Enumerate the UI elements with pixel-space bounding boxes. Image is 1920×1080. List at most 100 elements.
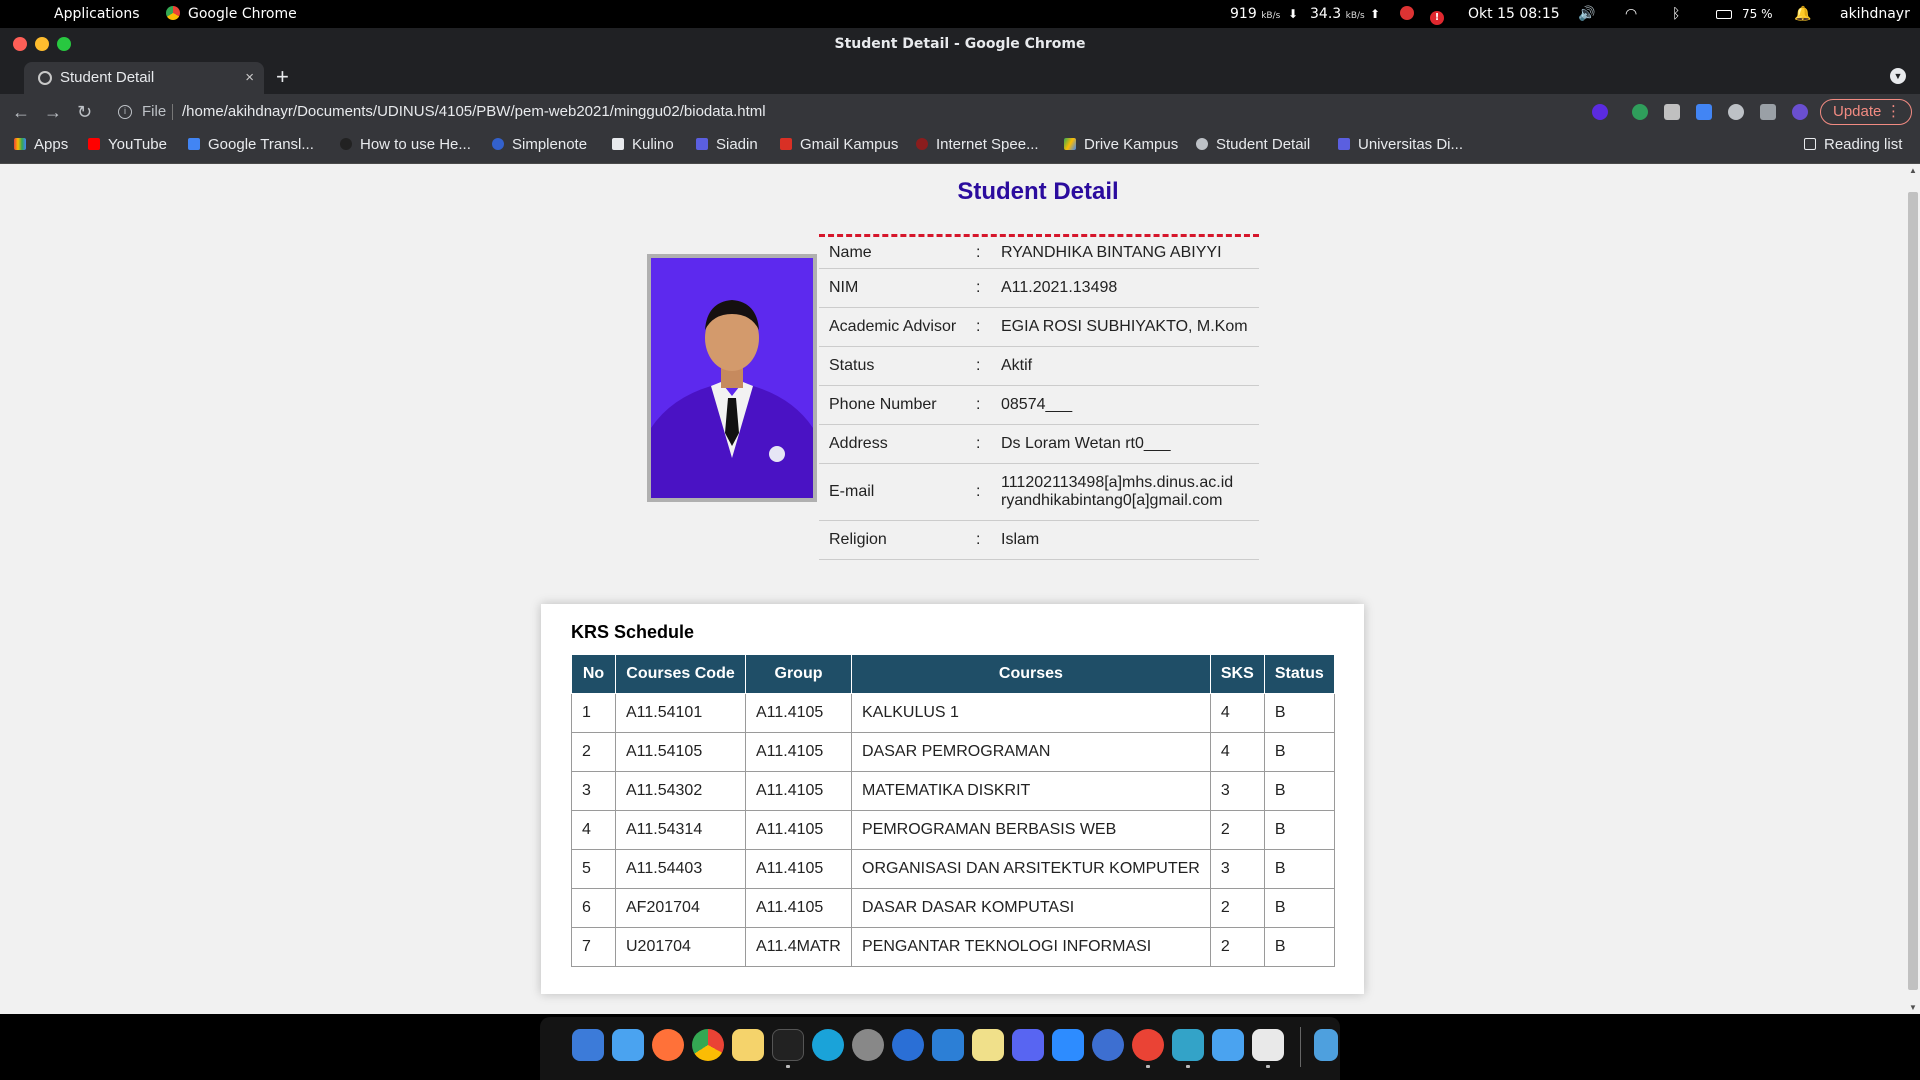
cell-sks: 3	[1209, 771, 1265, 811]
kulino-icon	[612, 138, 624, 150]
firefox-icon[interactable]	[652, 1029, 684, 1061]
scrollbar-thumb[interactable]	[1908, 192, 1918, 990]
finder-alt-icon[interactable]	[1212, 1029, 1244, 1061]
net-down-readout: 34.3 kB/s	[1310, 6, 1365, 22]
bookmark-gmail-kampus[interactable]: Gmail Kampus	[780, 130, 898, 160]
notification-bell-icon[interactable]: 🔔	[1794, 0, 1811, 28]
detail-label: Address	[829, 435, 888, 452]
star-extension-icon[interactable]	[1592, 104, 1608, 120]
update-label: Update	[1833, 103, 1882, 120]
detail-value-email-2: ryandhikabintang0[a]gmail.com	[1001, 492, 1223, 509]
table-row: 7 U201704 A11.4MATR PENGANTAR TEKNOLOGI INF…	[571, 927, 1335, 967]
puzzle-extensions-icon[interactable]	[1760, 104, 1776, 120]
table-row: 5 A11.54403 A11.4105 ORGANISASI DAN ARSITEK…	[571, 849, 1335, 889]
terminal-icon[interactable]	[772, 1029, 804, 1061]
bookmark-student-detail[interactable]: Student Detail	[1196, 130, 1310, 160]
bookmark-google-translate[interactable]: Google Transl...	[188, 130, 314, 160]
cell-code: A11.54403	[615, 849, 746, 889]
bookmark-youtube[interactable]: YouTube	[88, 130, 167, 160]
scroll-up-arrow-icon[interactable]: ▲	[1906, 166, 1920, 175]
browser-icon[interactable]	[812, 1029, 844, 1061]
help-icon[interactable]	[1092, 1029, 1124, 1061]
running-indicator	[1266, 1065, 1270, 1068]
tab-search-icon[interactable]: ▼	[1890, 68, 1906, 84]
record-icon[interactable]	[1400, 0, 1414, 28]
chrome-alt-icon[interactable]	[1132, 1029, 1164, 1061]
launcher-icon[interactable]	[572, 1029, 604, 1061]
cell-no: 3	[571, 771, 616, 811]
battery-icon[interactable]	[1716, 0, 1732, 28]
zoom-icon[interactable]	[1052, 1029, 1084, 1061]
forward-arrow-icon[interactable]: →	[44, 94, 62, 130]
cell-course: ORGANISASI DAN ARSITEKTUR KOMPUTER	[851, 849, 1211, 889]
file-scheme-label: File	[142, 103, 167, 120]
textedit-icon[interactable]	[1252, 1029, 1284, 1061]
finder-icon[interactable]	[612, 1029, 644, 1061]
chrome-app-icon	[166, 6, 180, 20]
volume-icon[interactable]: 🔊	[1578, 0, 1595, 28]
vscode-icon[interactable]	[932, 1029, 964, 1061]
reload-icon[interactable]: ↻	[77, 94, 92, 130]
clock[interactable]: Okt 15 08:15	[1468, 0, 1560, 28]
profile-avatar[interactable]	[1792, 104, 1808, 120]
detail-row-religion: Religion : Islam	[819, 521, 1259, 560]
user-menu[interactable]: akihdnayr	[1840, 0, 1910, 28]
notes-icon[interactable]	[732, 1029, 764, 1061]
active-app-menu[interactable]: Google Chrome	[166, 0, 297, 28]
update-button[interactable]: Update ⋮	[1820, 99, 1912, 125]
running-indicator	[1186, 1065, 1190, 1068]
browser-toolbar: ← → ↻ i File /home/akihdnayr/Documents/U…	[0, 94, 1920, 130]
bookmark-kulino[interactable]: Kulino	[612, 130, 674, 160]
discord-icon[interactable]	[1012, 1029, 1044, 1061]
chat-extension-icon[interactable]	[1728, 104, 1744, 120]
tab-student-detail[interactable]: Student Detail ×	[24, 62, 264, 94]
applications-menu[interactable]: Applications	[54, 0, 140, 28]
detail-colon: :	[976, 483, 981, 500]
krs-header-sks: SKS	[1209, 654, 1265, 694]
writer-icon[interactable]	[892, 1029, 924, 1061]
vpn-icon[interactable]	[1172, 1029, 1204, 1061]
new-tab-button[interactable]: +	[276, 60, 289, 94]
address-bar[interactable]: /home/akihdnayr/Documents/UDINUS/4105/PB…	[182, 94, 766, 130]
bookmark-universitas[interactable]: Universitas Di...	[1338, 130, 1463, 160]
speedtest-icon	[916, 138, 928, 150]
cell-status: B	[1263, 771, 1335, 811]
back-arrow-icon[interactable]: ←	[12, 94, 30, 130]
detail-value-name: RYANDHIKA BINTANG ABIYYI	[1001, 244, 1222, 261]
reading-list-button[interactable]: Reading list	[1804, 130, 1902, 160]
detail-colon: :	[976, 531, 981, 548]
bookmark-how-to-use[interactable]: How to use He...	[340, 130, 471, 160]
cell-status: B	[1263, 810, 1335, 850]
detail-colon: :	[976, 279, 981, 296]
cell-code: A11.54314	[615, 810, 746, 850]
arrow-down-icon: ⬇	[1288, 7, 1299, 21]
alert-icon[interactable]: !	[1430, 0, 1444, 28]
site-info-icon[interactable]: i	[118, 105, 132, 119]
camera-extension-icon[interactable]	[1664, 104, 1680, 120]
sticky-icon[interactable]	[972, 1029, 1004, 1061]
page-scrollbar[interactable]: ▲ ▼	[1906, 164, 1920, 1014]
cell-group: A11.4105	[745, 732, 852, 772]
kebab-menu-icon[interactable]: ⋮	[1886, 100, 1901, 124]
wifi-icon[interactable]: ◠	[1625, 0, 1637, 28]
translate-extension-icon[interactable]	[1696, 104, 1712, 120]
bookmark-simplenote[interactable]: Simplenote	[492, 130, 587, 160]
tab-close-icon[interactable]: ×	[245, 62, 254, 94]
globe-icon	[1196, 138, 1208, 150]
bluetooth-icon[interactable]: ᛒ	[1672, 0, 1680, 28]
settings-icon[interactable]	[852, 1029, 884, 1061]
scroll-down-arrow-icon[interactable]: ▼	[1906, 1003, 1920, 1012]
cell-sks: 4	[1209, 693, 1265, 733]
bookmark-internet-speed[interactable]: Internet Spee...	[916, 130, 1039, 160]
krs-table: No Courses Code Group Courses SKS Status…	[571, 654, 1335, 967]
detail-row-email: E-mail : 111202113498[a]mhs.dinus.ac.id …	[819, 464, 1259, 521]
cell-sks: 4	[1209, 732, 1265, 772]
files-icon[interactable]	[1314, 1029, 1338, 1061]
bookmark-drive-kampus[interactable]: Drive Kampus	[1064, 130, 1178, 160]
bookmark-siadin[interactable]: Siadin	[696, 130, 758, 160]
detail-row-address: Address : Ds Loram Wetan rt0___	[819, 425, 1259, 464]
chrome-icon[interactable]	[692, 1029, 724, 1061]
bookmark-apps[interactable]: Apps	[14, 130, 68, 160]
globe-extension-icon[interactable]	[1632, 104, 1648, 120]
detail-row-nim: NIM : A11.2021.13498	[819, 269, 1259, 308]
